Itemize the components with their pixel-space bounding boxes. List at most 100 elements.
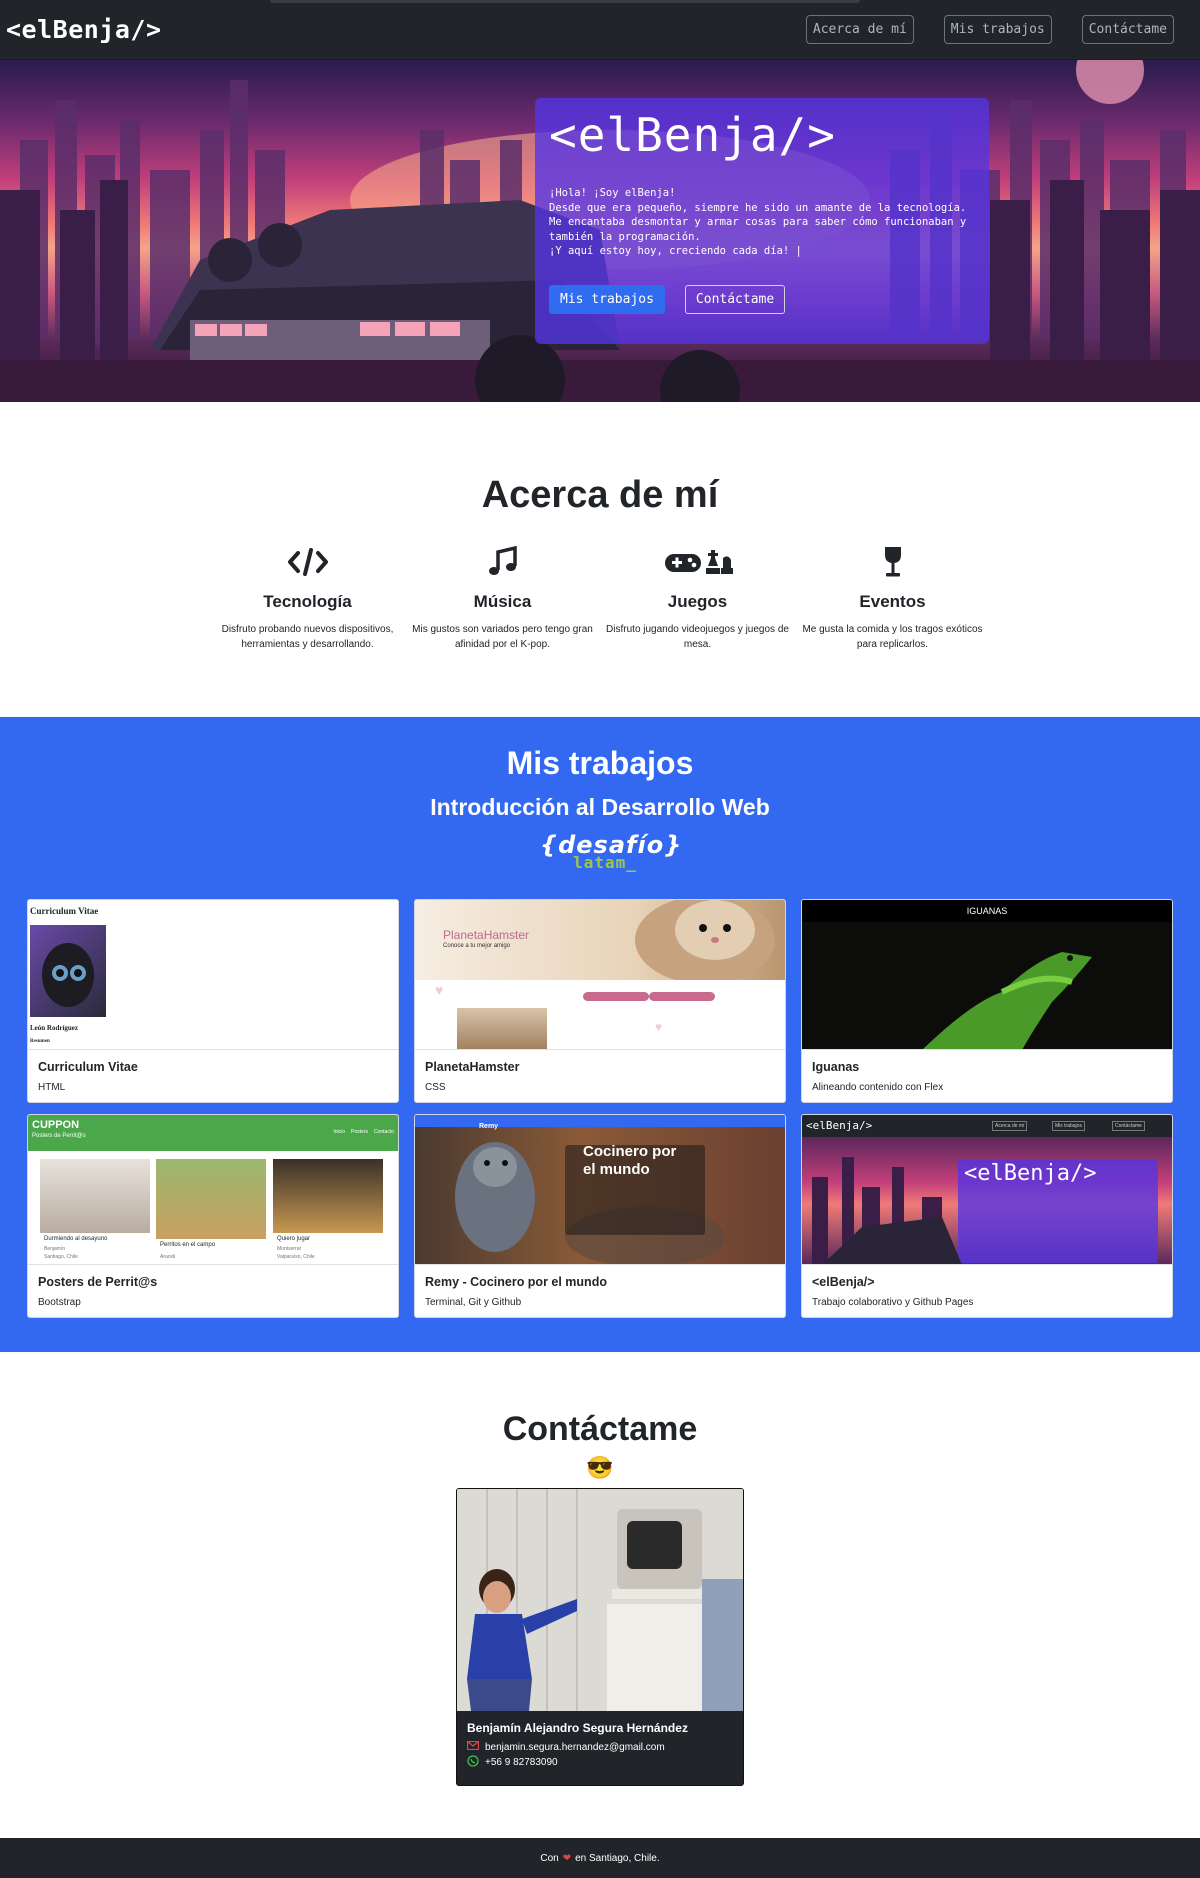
work-card-body: PlanetaHamster CSS [415,1050,785,1102]
feature-technology: Tecnología Disfruto probando nuevos disp… [210,542,405,652]
code-icon [210,542,405,582]
thumb-sub: Conoce a tu mejor amigo [443,943,511,949]
thumb-owner: Benjamín [44,1246,66,1252]
work-card-body: <elBenja/> Trabajo colaborativo y Github… [802,1265,1172,1317]
work-card-iguanas[interactable]: IGUANAS Iguanas Alineando contenido con … [801,899,1173,1103]
thumb-section: Resumen [30,1039,50,1044]
work-card-desc: HTML [38,1082,66,1093]
work-thumbnail: Curriculum Vitae León Rodríguez Resumen [28,900,398,1050]
thumb-caption: Perritos en el campo [160,1242,216,1248]
thumb-brand: <elBenja/> [806,1119,873,1132]
hero-contact-button[interactable]: Contáctame [684,284,786,314]
hero-line: ¡Y aquí estoy hoy, creciendo cada día! | [549,245,802,257]
about-section: Acerca de mí Tecnología Disfruto proband… [0,402,1200,717]
footer-prefix: Con [540,1852,559,1864]
music-icon [405,542,600,582]
feature-text: Disfruto jugando videojuegos y juegos de… [606,624,789,650]
thumb-heading: IGUANAS [802,900,1172,922]
thumb-sub: Posters de Perrit@s [32,1133,86,1139]
work-card-posters[interactable]: CUPPON Posters de Perrit@s Inicio Poster… [27,1114,399,1318]
work-card-desc: CSS [425,1082,446,1093]
thumb-nav: Inicio [333,1129,346,1135]
work-thumbnail: IGUANAS [802,900,1172,1050]
feature-title: Música [473,592,532,611]
work-card-title: PlanetaHamster [425,1060,520,1074]
about-features: Tecnología Disfruto probando nuevos disp… [210,542,990,652]
works-title: Mis trabajos [506,745,694,781]
profile-email-row[interactable]: benjamin.segura.hernandez@gmail.com [457,1739,743,1753]
thumb-caption: Durmiendo al desayuno [44,1236,108,1242]
nav-works-button[interactable]: Mis trabajos [943,15,1052,44]
work-card-planetahamster[interactable]: PlanetaHamster Conoce a tu mejor amigo ♥… [414,899,786,1103]
work-card-remy[interactable]: Remy Cocinero por el mundo Remy - Cocine… [414,1114,786,1318]
work-thumbnail: Remy Cocinero por el mundo [415,1115,785,1265]
nav-about-button[interactable]: Acerca de mí [805,15,914,44]
thumb-caption: Quiero jugar [277,1236,311,1242]
hero-line: Desde que era pequeño, siempre he sido u… [549,201,967,214]
top-scrollbar-indicator [270,0,860,3]
hero-title: <elBenja/> [549,108,836,162]
feature-title: Tecnología [263,592,352,611]
thumb-nav: Posters [351,1129,368,1135]
work-card-elbenja[interactable]: <elBenja/> Acerca de mí Mis trabajos Con… [801,1114,1173,1318]
hero-works-button[interactable]: Mis trabajos [549,284,665,314]
work-card-cv[interactable]: Curriculum Vitae León Rodríguez Resumen … [27,899,399,1103]
navbar: <elBenja/> Acerca de mí Mis trabajos Con… [0,0,1200,60]
feature-games: Juegos Disfruto jugando videojuegos y ju… [600,542,795,652]
feature-title: Juegos [667,592,728,611]
work-card-title: <elBenja/> [812,1275,875,1289]
envelope-icon [466,1740,480,1753]
profile-phone[interactable]: +56 9 82783090 [485,1757,558,1768]
about-title: Acerca de mí [481,474,719,516]
feature-text: Me gusta la comida y los tragos exóticos… [802,624,983,650]
thumb-heading: Curriculum Vitae [30,906,99,916]
profile-card: Benjamín Alejandro Segura Hernández benj… [456,1488,744,1786]
work-card-title: Posters de Perrit@s [38,1275,158,1289]
thumb-place: Santiago, Chile [44,1254,78,1260]
work-card-desc: Bootstrap [38,1297,81,1308]
work-thumbnail: CUPPON Posters de Perrit@s Inicio Poster… [28,1115,398,1265]
brand-logo[interactable]: <elBenja/> [6,15,162,44]
hero-intro-card: <elBenja/> ¡Hola! ¡Soy elBenja! Desde qu… [535,98,989,344]
thumb-heading: Cocinero por el mundo [583,1143,677,1178]
footer-suffix: en Santiago, Chile. [575,1852,660,1864]
work-card-body: Remy - Cocinero por el mundo Terminal, G… [415,1265,785,1317]
thumb-nav: Mis trabajos [1052,1121,1085,1131]
heart-icon: ❤ [562,1852,572,1864]
contact-title: Contáctame [502,1410,698,1448]
hero-line: ¡Hola! ¡Soy elBenja! [549,187,676,199]
work-card-body: Iguanas Alineando contenido con Flex [802,1050,1172,1102]
feature-text: Disfruto probando nuevos dispositivos, h… [221,624,394,650]
feature-events: Eventos Me gusta la comida y los tragos … [795,542,990,652]
work-card-title: Iguanas [812,1060,860,1074]
feature-text: Mis gustos son variados pero tengo gran … [412,624,593,650]
hero-intro-text: ¡Hola! ¡Soy elBenja! Desde que era peque… [549,186,975,259]
work-card-desc: Terminal, Git y Github [425,1297,522,1308]
hero-section: <elBenja/> ¡Hola! ¡Soy elBenja! Desde qu… [0,60,1200,402]
wine-glass-icon [795,542,990,582]
thumb-owner: Araceli [160,1254,176,1260]
work-card-desc: Alineando contenido con Flex [812,1082,944,1093]
profile-name: Benjamín Alejandro Segura Hernández [467,1721,688,1735]
works-section: Mis trabajos Introducción al Desarrollo … [0,717,1200,1352]
hero-actions: Mis trabajos Contáctame [549,284,975,314]
gamepad-chess-icon [600,542,795,582]
thumb-heading: PlanetaHamster [443,928,530,942]
desafio-latam-logo: {desafío} latam_ [540,831,681,872]
thumb-owner: Montserrat [277,1246,301,1252]
work-card-title: Curriculum Vitae [38,1060,138,1074]
profile-phone-row[interactable]: +56 9 82783090 [457,1753,743,1770]
thumb-nav: Contáctame [1112,1121,1145,1131]
sunglasses-emoji-icon: 😎 [586,1455,614,1480]
nav-contact-button[interactable]: Contáctame [1081,15,1174,44]
work-card-desc: Trabajo colaborativo y Github Pages [812,1297,974,1308]
thumb-nav: Acerca de mí [992,1121,1028,1131]
thumb-heading: CUPPON [32,1119,80,1131]
profile-photo [457,1489,743,1711]
work-card-body: Posters de Perrit@s Bootstrap [28,1265,398,1317]
thumb-nav: Contacto [373,1129,394,1135]
profile-email[interactable]: benjamin.segura.hernandez@gmail.com [485,1742,665,1753]
avatar [30,925,106,1017]
footer: Con ❤ en Santiago, Chile. [0,1838,1200,1878]
thumb-name: León Rodríguez [30,1024,79,1032]
